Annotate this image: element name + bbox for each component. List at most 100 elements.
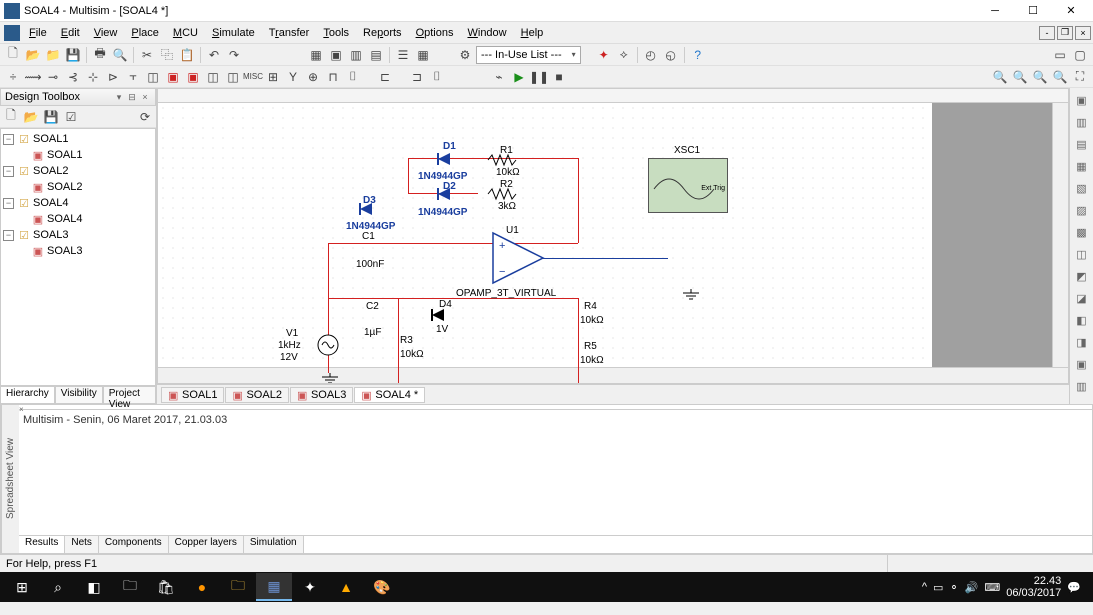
tc-3[interactable]: ⊸ — [44, 68, 62, 86]
tree-schematic[interactable]: SOAL4 — [47, 213, 82, 225]
tree-folder[interactable]: SOAL2 — [33, 165, 68, 177]
label-xsc1[interactable]: XSC1 — [674, 145, 700, 156]
tc-12[interactable]: ◫ — [224, 68, 242, 86]
instr-net-icon[interactable]: ▥ — [1072, 376, 1092, 396]
tc-19[interactable]: ⊏ — [376, 68, 394, 86]
schematic-canvas[interactable]: Ext Trig D1 1N4944GP D2 1N4944GP D3 1N49… — [158, 103, 932, 367]
menu-help[interactable]: Help — [514, 25, 551, 41]
notifications-icon[interactable]: 💬 — [1067, 581, 1081, 594]
menu-place[interactable]: Place — [124, 25, 166, 41]
tb-m2[interactable]: ⟡ — [615, 46, 633, 64]
tree-schematic[interactable]: SOAL2 — [47, 181, 82, 193]
instr-freq-icon[interactable]: ▩ — [1072, 222, 1092, 242]
tab-project-view[interactable]: Project View — [103, 387, 156, 404]
tb-g3[interactable]: ▥ — [347, 46, 365, 64]
tree-folder[interactable]: SOAL1 — [33, 133, 68, 145]
tc-15[interactable]: Y — [284, 68, 302, 86]
instr-logic-icon[interactable]: ◩ — [1072, 266, 1092, 286]
menu-reports[interactable]: Reports — [356, 25, 409, 41]
start-button[interactable]: ⊞ — [4, 573, 40, 601]
menu-options[interactable]: Options — [409, 25, 461, 41]
tb-m4[interactable]: ◵ — [662, 46, 680, 64]
resistor-r1-icon[interactable] — [488, 155, 518, 165]
paste-button[interactable]: 📋 — [178, 46, 196, 64]
instr-wordgen-icon[interactable]: ◫ — [1072, 244, 1092, 264]
zoom-sel-button[interactable]: 🔍 — [1051, 68, 1069, 86]
instr-funcgen-icon[interactable]: ▥ — [1072, 112, 1092, 132]
mdi-minimize-button[interactable]: - — [1039, 26, 1055, 40]
tc-14[interactable]: ⊞ — [264, 68, 282, 86]
zoom-out-button[interactable]: 🔍 — [1031, 68, 1049, 86]
instr-iv-icon[interactable]: ◧ — [1072, 310, 1092, 330]
tc-21[interactable]: ⌷ — [428, 68, 446, 86]
tc-17[interactable]: ⊓ — [324, 68, 342, 86]
menu-tools[interactable]: Tools — [316, 25, 356, 41]
label-c1[interactable]: C1 — [362, 231, 375, 242]
opamp-symbol[interactable]: +− — [493, 233, 553, 283]
label-v1[interactable]: V1 — [286, 328, 298, 339]
tree-folder[interactable]: SOAL3 — [33, 229, 68, 241]
menu-window[interactable]: Window — [460, 25, 513, 41]
zoom-fit-button[interactable]: 🔍 — [991, 68, 1009, 86]
ss-tab-nets[interactable]: Nets — [65, 536, 99, 553]
tb-g6[interactable]: ▦ — [414, 46, 432, 64]
tree-folder[interactable]: SOAL4 — [33, 197, 68, 209]
ss-tab-components[interactable]: Components — [99, 536, 169, 553]
firefox-button[interactable]: ● — [184, 573, 220, 601]
explorer-button[interactable]: 🗀 — [112, 573, 148, 601]
tc-13[interactable]: MISC — [244, 68, 262, 86]
full-screen-button[interactable]: ⛶ — [1071, 68, 1089, 86]
mdi-close-button[interactable]: × — [1075, 26, 1091, 40]
tc-6[interactable]: ⊳ — [104, 68, 122, 86]
in-use-list-combo[interactable]: --- In-Use List --- — [476, 46, 581, 64]
folder-button[interactable]: 🗀 — [220, 573, 256, 601]
open2-button[interactable]: 📁 — [44, 46, 62, 64]
redo-button[interactable]: ↷ — [225, 46, 243, 64]
tc-11[interactable]: ◫ — [204, 68, 222, 86]
copy-button[interactable]: ⿻ — [158, 46, 176, 64]
tc-7[interactable]: ⫟ — [124, 68, 142, 86]
undo-button[interactable]: ↶ — [205, 46, 223, 64]
pause-button[interactable]: ❚❚ — [530, 68, 548, 86]
tb-g1[interactable]: ▦ — [307, 46, 325, 64]
tb-comp-icon[interactable]: ⚙ — [456, 46, 474, 64]
app2-button[interactable]: ▲ — [328, 573, 364, 601]
menu-file[interactable]: File — [22, 25, 54, 41]
tray-wifi-icon[interactable]: ⚬ — [949, 581, 958, 594]
cut-button[interactable]: ✂ — [138, 46, 156, 64]
instr-4ch-icon[interactable]: ▧ — [1072, 178, 1092, 198]
tab-hierarchy[interactable]: Hierarchy — [0, 387, 55, 404]
oscilloscope-xsc1[interactable]: Ext Trig — [648, 158, 728, 213]
stop-button[interactable]: ■ — [550, 68, 568, 86]
tree-schematic[interactable]: SOAL1 — [47, 149, 82, 161]
panel-pin-icon[interactable]: ⊟ — [126, 91, 138, 103]
preview-button[interactable]: 🔍 — [111, 46, 129, 64]
scrollbar-vertical[interactable] — [1052, 103, 1068, 367]
scrollbar-horizontal[interactable] — [158, 367, 1068, 383]
run-button[interactable]: ▶ — [510, 68, 528, 86]
sch-tab-soal1[interactable]: ▣SOAL1 — [161, 387, 224, 403]
tc-1[interactable]: ÷ — [4, 68, 22, 86]
sch-tab-soal3[interactable]: ▣SOAL3 — [290, 387, 353, 403]
instr-multimeter-icon[interactable]: ▣ — [1072, 90, 1092, 110]
app-button[interactable]: ✦ — [292, 573, 328, 601]
tb-r1[interactable]: ▭ — [1051, 46, 1069, 64]
zoom-in-button[interactable]: 🔍 — [1011, 68, 1029, 86]
tb-r2[interactable]: ▢ — [1071, 46, 1089, 64]
menu-transfer[interactable]: Transfer — [262, 25, 317, 41]
ss-tab-copper[interactable]: Copper layers — [169, 536, 244, 553]
taskview-button[interactable]: ◧ — [76, 573, 112, 601]
maximize-button[interactable]: ☐ — [1015, 1, 1051, 21]
tab-visibility[interactable]: Visibility — [55, 387, 103, 404]
tc-4[interactable]: ⊰ — [64, 68, 82, 86]
tc-9[interactable]: ▣ — [164, 68, 182, 86]
tb-g5[interactable]: ☰ — [394, 46, 412, 64]
tray-chevron-icon[interactable]: ^ — [922, 581, 927, 593]
tray-volume-icon[interactable]: 🔊 — [965, 581, 979, 594]
instr-spec-icon[interactable]: ▣ — [1072, 354, 1092, 374]
resistor-r2-icon[interactable] — [488, 189, 518, 199]
search-button[interactable]: ⌕ — [40, 573, 76, 601]
sch-tab-soal4[interactable]: ▣SOAL4 * — [354, 387, 425, 403]
tc-20[interactable]: ⊐ — [408, 68, 426, 86]
tb-m3[interactable]: ◴ — [642, 46, 660, 64]
